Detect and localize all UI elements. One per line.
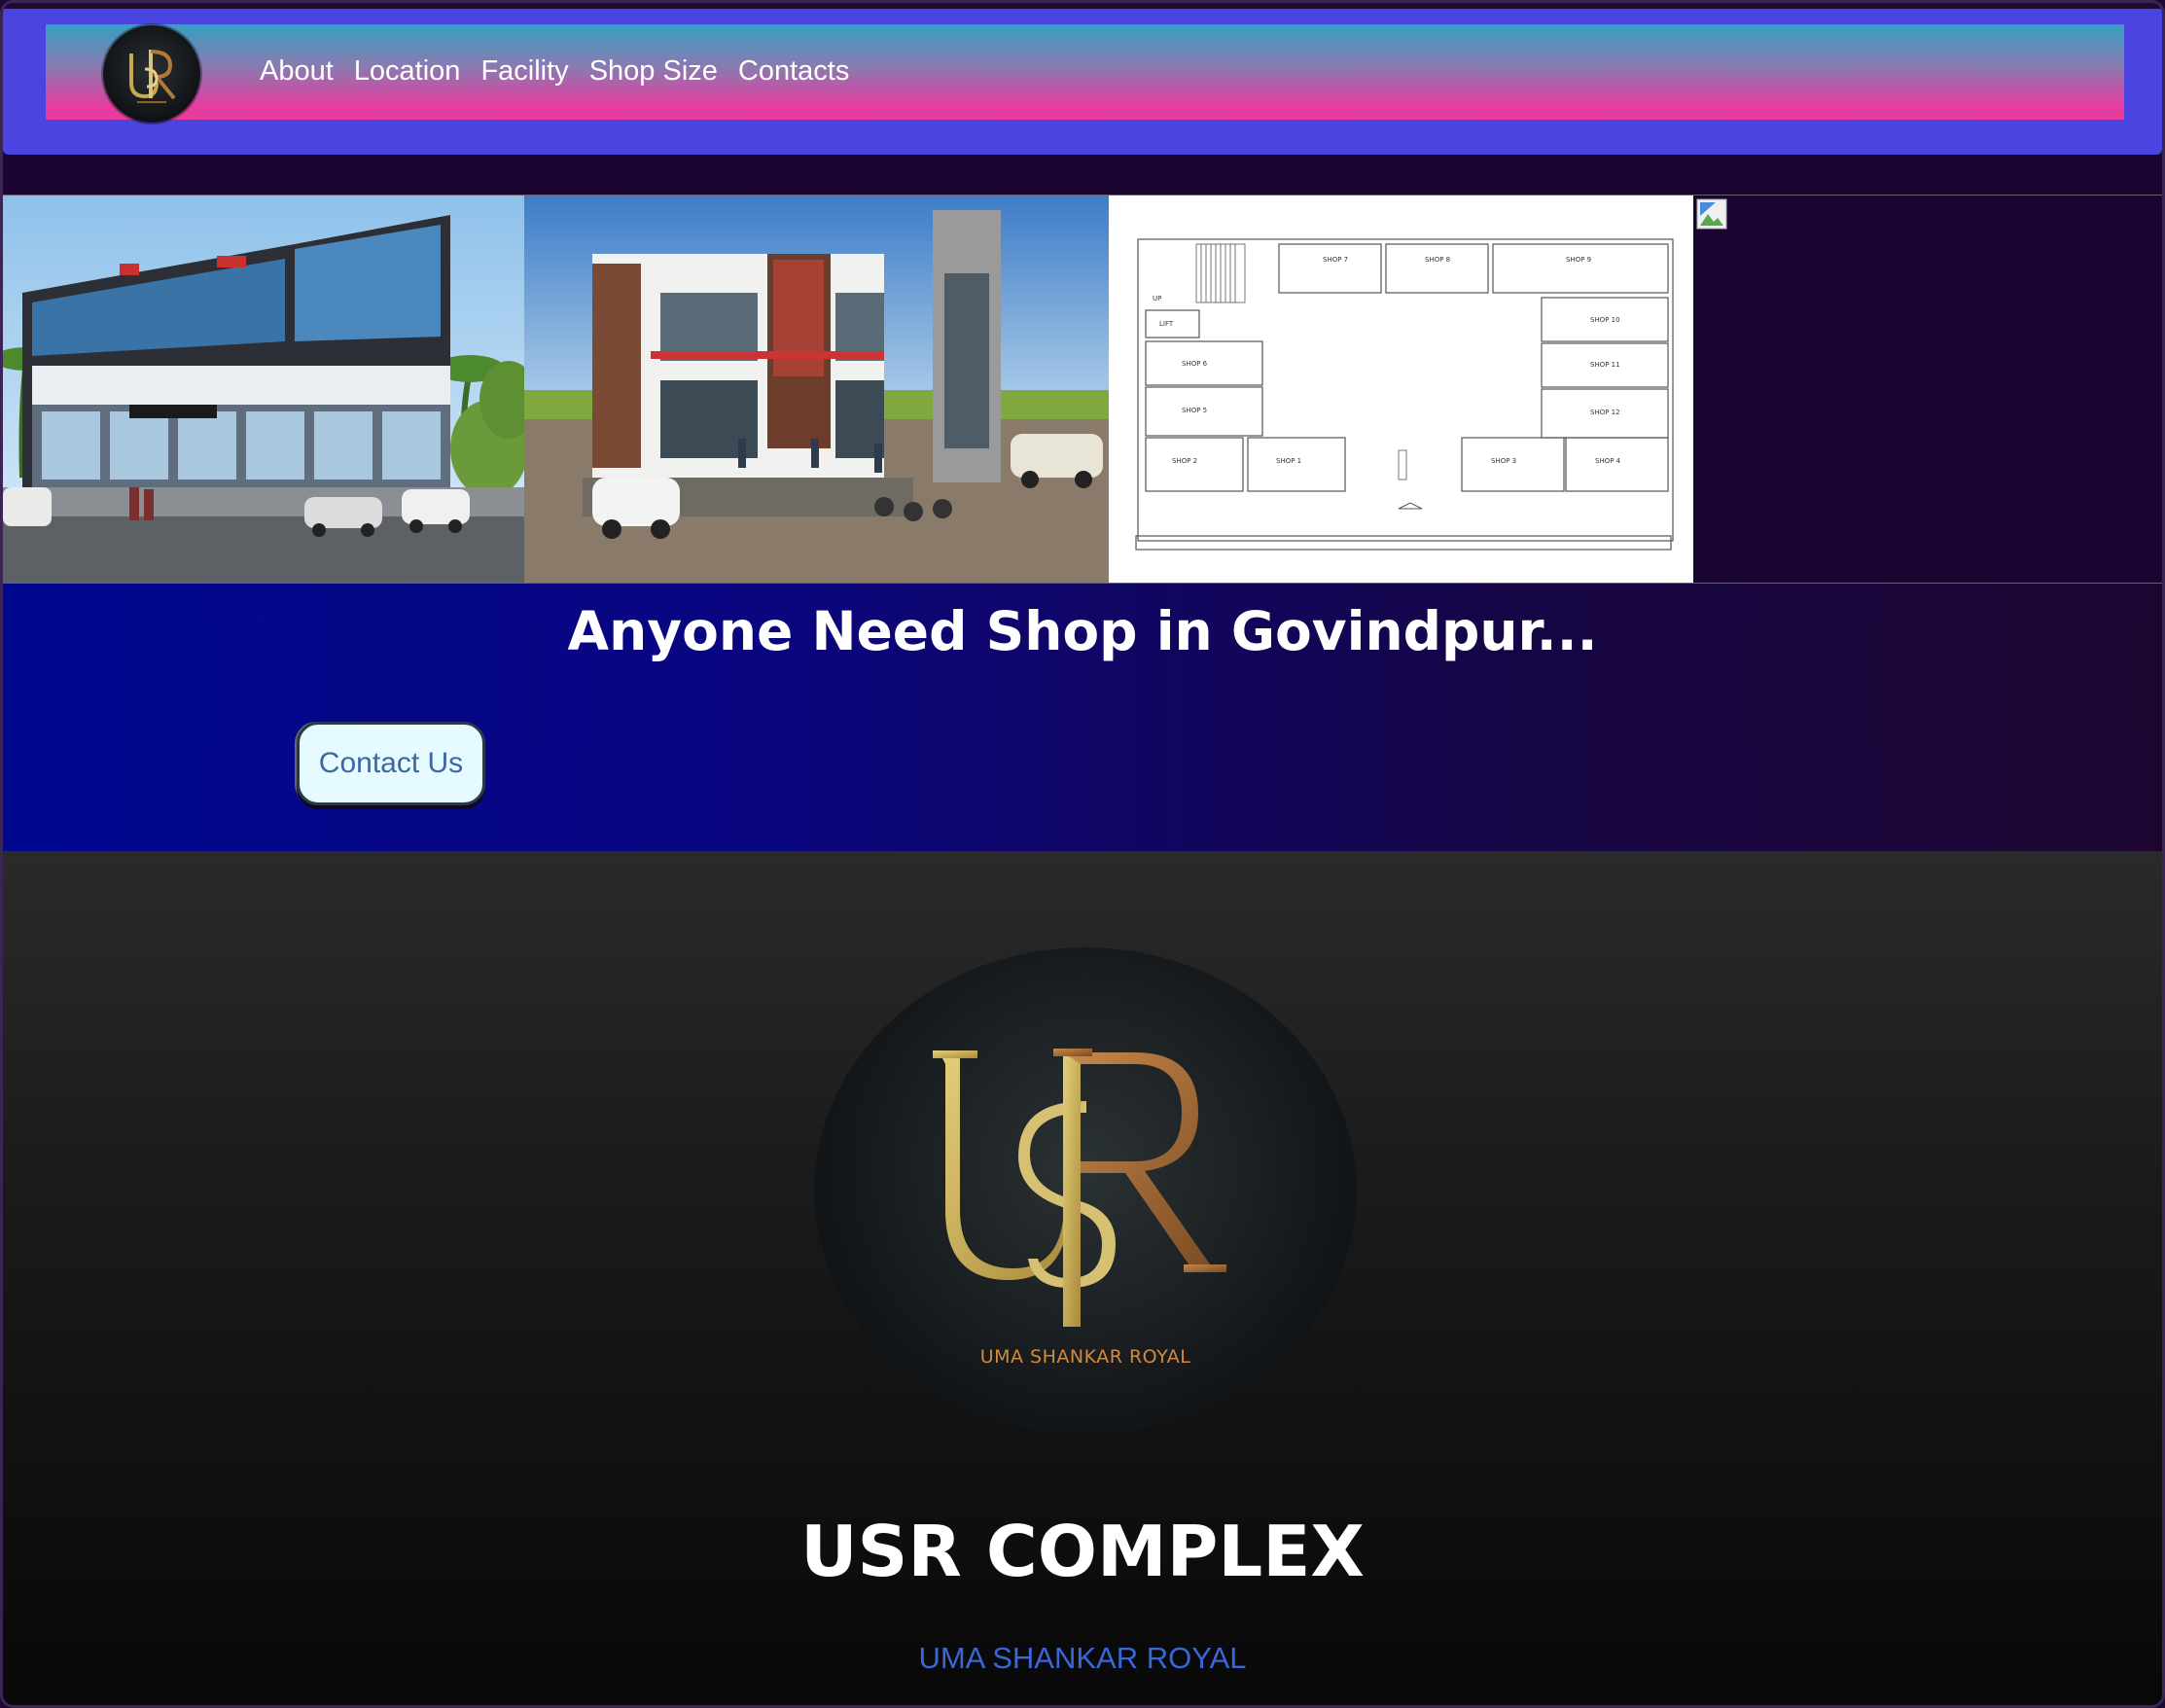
floorplan-label: LIFT <box>1159 320 1174 328</box>
floorplan-label: SHOP 1 <box>1276 457 1301 465</box>
complex-photo-1 <box>3 196 524 583</box>
nav-about[interactable]: About <box>260 53 334 89</box>
floorplan-label: SHOP 6 <box>1182 360 1208 368</box>
photo-gallery: SHOP 7 SHOP 8 SHOP 9 SHOP 10 SHOP 11 SHO… <box>3 195 2162 584</box>
navbar: About Location Facility Shop Size Contac… <box>46 24 2124 123</box>
floorplan-label: UP <box>1153 295 1161 302</box>
usr-monogram-icon <box>129 50 176 103</box>
nav-location[interactable]: Location <box>354 53 461 89</box>
header: About Location Facility Shop Size Contac… <box>3 9 2162 155</box>
floorplan-label: SHOP 3 <box>1491 457 1516 465</box>
usr-monogram-large-icon <box>933 1049 1226 1327</box>
nav-links: About Location Facility Shop Size Contac… <box>260 53 849 89</box>
floorplan-label: SHOP 7 <box>1323 256 1348 264</box>
floorplan-label: SHOP 10 <box>1590 316 1620 324</box>
brand-section: UMA SHANKAR ROYAL USR COMPLEX UMA SHANKA… <box>3 851 2162 1705</box>
usr-logo[interactable] <box>103 25 200 123</box>
contact-us-button[interactable]: Contact Us <box>297 722 485 805</box>
nav-shop-size[interactable]: Shop Size <box>589 53 718 89</box>
floorplan-label: SHOP 5 <box>1182 407 1207 414</box>
complex-photo-2 <box>524 196 1109 583</box>
floorplan-label: SHOP 11 <box>1590 361 1620 369</box>
hero-title: Anyone Need Shop in Govindpur... <box>567 600 1598 662</box>
usr-brand-logo: UMA SHANKAR ROYAL <box>814 947 1357 1434</box>
browser-frame: About Location Facility Shop Size Contac… <box>0 0 2165 1708</box>
floorplan-label: SHOP 12 <box>1590 409 1620 416</box>
logo-caption: UMA SHANKAR ROYAL <box>979 1346 1191 1368</box>
broken-image-icon <box>1696 198 1727 230</box>
hero-section: Anyone Need Shop in Govindpur... Contact… <box>3 584 2162 851</box>
header-spacer <box>3 155 2162 195</box>
nav-contacts[interactable]: Contacts <box>738 53 849 89</box>
nav-facility[interactable]: Facility <box>480 53 568 89</box>
floorplan-label: SHOP 9 <box>1566 256 1591 264</box>
brand-title: USR COMPLEX <box>800 1511 1365 1592</box>
floor-plan: SHOP 7 SHOP 8 SHOP 9 SHOP 10 SHOP 11 SHO… <box>1109 196 1693 583</box>
floorplan-label: SHOP 8 <box>1425 256 1450 264</box>
floorplan-label: SHOP 2 <box>1172 457 1197 465</box>
brand-subtitle-link[interactable]: UMA SHANKAR ROYAL <box>3 1639 2162 1678</box>
floorplan-label: SHOP 4 <box>1595 457 1621 465</box>
